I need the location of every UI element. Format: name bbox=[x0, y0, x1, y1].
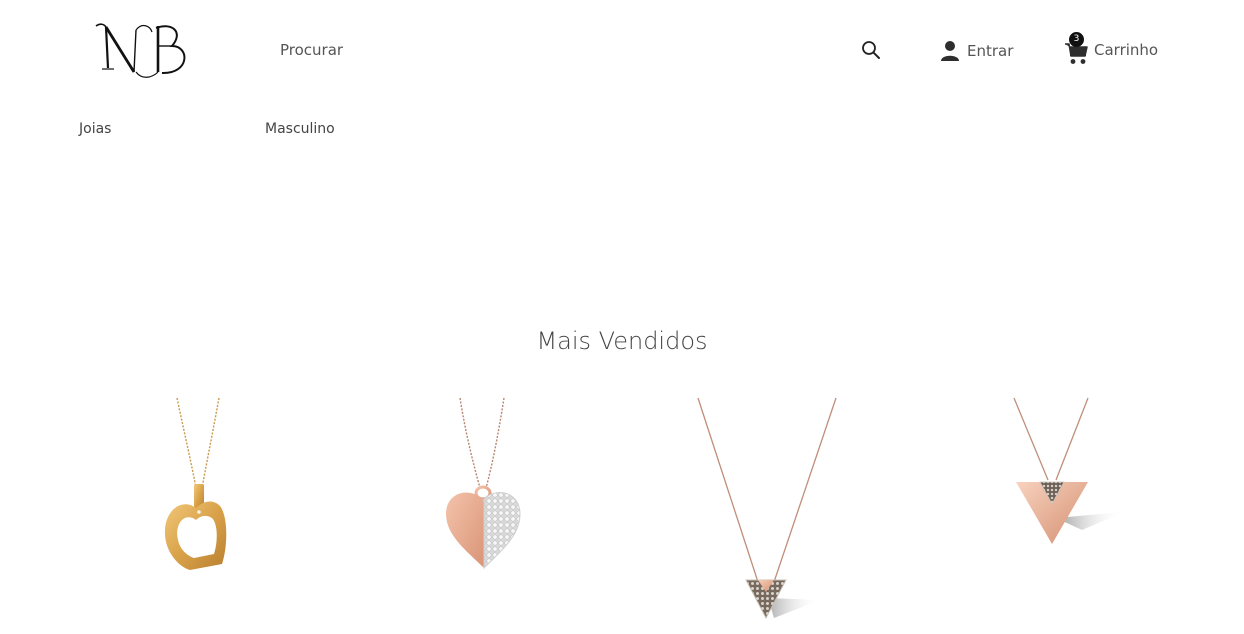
product-card-4[interactable] bbox=[990, 396, 1140, 634]
rose-gold-diamond-triangle-pendant-image bbox=[697, 397, 837, 620]
page: NB Procurar Entrar bbox=[0, 0, 1244, 634]
brand-logo[interactable]: NB bbox=[92, 18, 196, 82]
gold-open-heart-pendant-image bbox=[164, 397, 227, 570]
rose-gold-diamond-heart-pendant-image bbox=[446, 397, 521, 570]
product-card-2[interactable] bbox=[420, 396, 560, 634]
user-icon bbox=[941, 41, 959, 61]
product-card-1[interactable] bbox=[130, 396, 270, 634]
product-card-3[interactable] bbox=[690, 396, 840, 634]
cart-icon-wrap: 3 bbox=[1064, 32, 1088, 66]
nav-item-joias[interactable]: Joias bbox=[79, 121, 111, 137]
rose-gold-triangle-pendant-image bbox=[1013, 397, 1124, 544]
cart-label: Carrinho bbox=[1094, 41, 1159, 59]
cart-count-badge: 3 bbox=[1069, 32, 1084, 47]
section-title: Mais Vendidos bbox=[536, 327, 708, 355]
cart-button[interactable]: 3 Carrinho bbox=[1064, 28, 1158, 66]
logo-mark bbox=[95, 23, 186, 78]
login-label: Entrar bbox=[967, 42, 1014, 60]
login-button[interactable]: Entrar bbox=[940, 39, 1013, 63]
nav-item-masculino[interactable]: Masculino bbox=[265, 121, 335, 137]
search-icon[interactable] bbox=[861, 40, 881, 60]
search-link[interactable]: Procurar bbox=[280, 41, 343, 59]
